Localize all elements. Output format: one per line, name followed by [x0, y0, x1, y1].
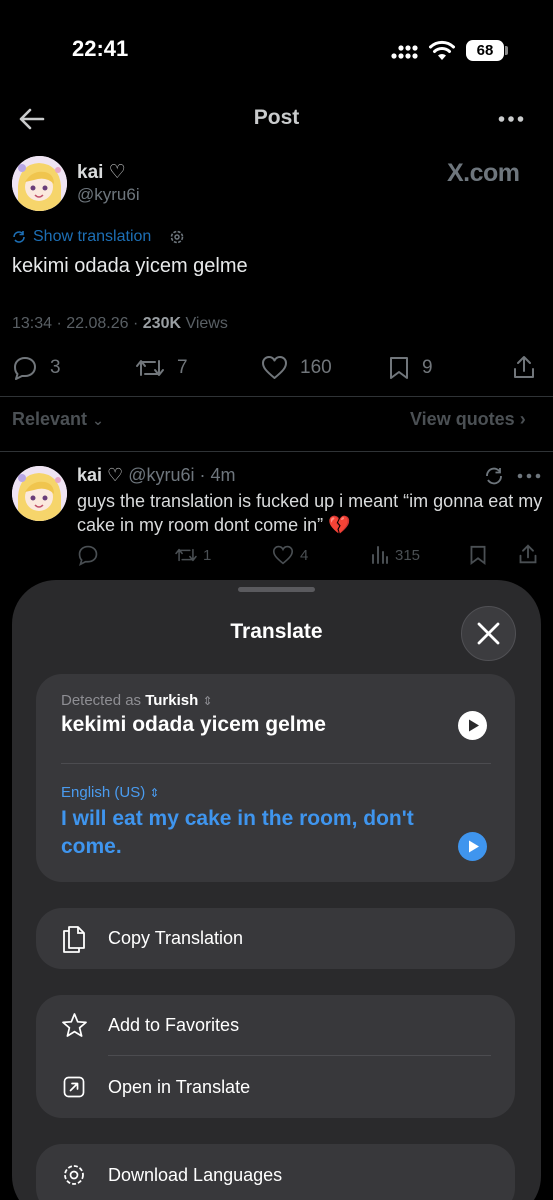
heart-icon: [272, 545, 294, 565]
status-time: 22:41: [72, 36, 129, 61]
reply-icon: [14, 357, 36, 380]
page-title: Post: [253, 106, 300, 129]
battery-indicator: 68: [466, 40, 504, 61]
reply-header: kai ♡ @kyru6i · 4m: [77, 465, 236, 485]
reply-like-count: 4: [300, 546, 309, 564]
close-button[interactable]: [461, 606, 516, 661]
tweet-meta: 13:34 · 22.08.26 · 230K Views: [12, 315, 228, 332]
wifi-icon: [428, 40, 456, 62]
like-count: 160: [300, 356, 332, 378]
tweet-date: 22.08.26: [66, 315, 129, 332]
translated-text: I will eat my cake in the room, don't co…: [61, 807, 414, 858]
sort-label: Relevant: [12, 409, 88, 429]
repost-icon: [136, 360, 164, 376]
copy-translation-label: Copy Translation: [108, 928, 244, 948]
show-translation-link[interactable]: Show translation: [33, 228, 151, 246]
close-icon: [477, 622, 500, 645]
add-favorites-label: Add to Favorites: [108, 1015, 240, 1035]
repost-icon: [175, 548, 197, 562]
detected-language[interactable]: Detected as Turkish ⇕: [61, 692, 213, 709]
chevron-updown-icon: ⇕: [149, 786, 160, 800]
view-quotes-link[interactable]: View quotes ›: [410, 409, 526, 430]
reply-count: 3: [50, 357, 61, 378]
signal-icon: [391, 42, 421, 60]
repost-button[interactable]: 7: [135, 355, 188, 381]
divider: [0, 451, 553, 452]
reply-author-handle[interactable]: @kyru6i: [128, 465, 194, 485]
tweet-time: 13:34: [12, 315, 53, 332]
views-label: Views: [185, 315, 228, 332]
sheet-grabber[interactable]: [238, 587, 315, 592]
bookmark-icon: [390, 357, 408, 379]
reply-text: guys the translation is fucked up i mean…: [77, 491, 543, 535]
star-icon: [61, 1012, 88, 1038]
repost-count: 7: [177, 357, 188, 378]
play-translation-button[interactable]: [458, 832, 487, 861]
reply-share-icon[interactable]: [518, 543, 538, 565]
divider: [0, 396, 553, 397]
chevron-down-icon: ⌄: [92, 412, 104, 428]
x-com-logo: X.com: [447, 159, 520, 187]
view-quotes-label: View quotes: [410, 409, 515, 429]
avatar[interactable]: [12, 156, 67, 211]
battery-nub: [505, 46, 508, 55]
download-languages-label: Download Languages: [108, 1165, 283, 1185]
play-icon: [469, 840, 479, 853]
reply-like-button[interactable]: 4: [272, 545, 308, 565]
reply-author-name[interactable]: kai ♡: [77, 465, 123, 485]
share-icon[interactable]: [512, 354, 536, 380]
gear-icon: [61, 1162, 87, 1188]
chevron-right-icon: ›: [519, 409, 526, 429]
gear-icon[interactable]: [169, 229, 185, 245]
source-language: Turkish: [145, 692, 199, 709]
reply-button[interactable]: 3: [12, 355, 61, 381]
reply-age: 4m: [210, 465, 236, 485]
reply-reply-button[interactable]: [77, 544, 99, 566]
tweet-text: kekimi odada yicem gelme: [12, 255, 248, 277]
translate-icon: [12, 230, 26, 244]
reply-icon: [78, 545, 98, 566]
sort-dropdown[interactable]: Relevant ⌄: [12, 409, 104, 430]
reply-translate-icon[interactable]: [484, 466, 504, 486]
open-external-icon: [63, 1076, 85, 1098]
source-text: kekimi odada yicem gelme: [61, 713, 326, 736]
card-divider: [61, 763, 491, 764]
views-icon: [372, 546, 388, 564]
reply-repost-button[interactable]: 1: [174, 545, 211, 565]
like-button[interactable]: 160: [261, 355, 332, 380]
bookmark-count: 9: [422, 357, 433, 378]
author-handle[interactable]: @kyru6i: [77, 185, 140, 205]
views-count: 230K: [142, 315, 182, 332]
reply-avatar[interactable]: [12, 466, 67, 521]
detected-prefix: Detected as: [61, 692, 142, 709]
copy-icon: [62, 924, 86, 954]
reply-views-button[interactable]: 315: [371, 545, 420, 565]
reply-bookmark-icon[interactable]: [469, 544, 487, 566]
heart-icon: [262, 356, 287, 379]
play-icon: [469, 719, 479, 732]
target-language: English (US): [61, 784, 146, 801]
reply-views-count: 315: [395, 546, 421, 564]
reply-more-icon[interactable]: [517, 473, 541, 479]
open-in-translate-label: Open in Translate: [108, 1077, 251, 1097]
author-name[interactable]: kai ♡: [77, 161, 126, 184]
more-options-icon[interactable]: [498, 115, 524, 123]
target-language-selector[interactable]: English (US) ⇕: [61, 784, 159, 801]
card-divider: [108, 1055, 491, 1056]
bookmark-button[interactable]: 9: [388, 355, 433, 381]
play-source-button[interactable]: [458, 711, 487, 740]
chevron-updown-icon: ⇕: [202, 694, 213, 708]
reply-repost-count: 1: [203, 546, 212, 564]
